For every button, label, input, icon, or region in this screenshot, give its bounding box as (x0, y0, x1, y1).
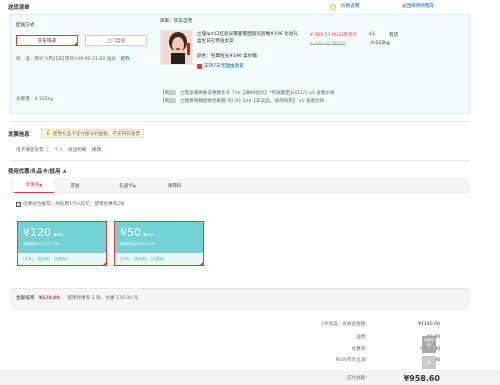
feedback-button[interactable]: 我要反馈 (422, 336, 436, 353)
recommend-row: ✓ 优惠组合推荐，共抵用170.00元；使用优惠券2张 (16, 201, 125, 207)
summary-row-plus: PLUS专享立减： -¥11.90 (240, 355, 440, 365)
service-row: 支持7天无理由退货 (197, 63, 244, 69)
product-name[interactable]: 兰蔻Ipm口红唇光雾面雾面哑光唇釉#196 化妆礼盒生日礼物送女友 (197, 31, 300, 45)
selected-corner-icon (73, 41, 78, 46)
tab-jingdou-label: 京豆 (70, 183, 80, 189)
gift-item-1: 【赠品】 兰蔻净澈焕肤双重精华水 7ml【满99加价】*有效期至20/11/1 … (160, 91, 335, 96)
service-text[interactable]: 支持7天无理由退货 (204, 63, 244, 69)
service-icon (197, 63, 202, 69)
product-stock: 有货 (389, 33, 399, 38)
payable-value: ¥958.60 (403, 373, 440, 383)
coupon-total-value: ¥170.00 (38, 296, 60, 301)
jd-express-label: 京东快递 (37, 38, 57, 44)
tab-coupons-label: 优惠券 (25, 183, 40, 188)
tab-coupon-code-label: 领券码 (167, 183, 182, 189)
gift-item-2: 【赠品】 兰蔻菁纯臻颜焕亮眼霜 PO-01 5ml【非卖品，请勿购买】 x1 查… (160, 99, 325, 104)
svg-text:!: ! (332, 4, 334, 9)
delivery-time-text: 标 准：预计 3月25日[周日] 09:00-21:00 送达 修改 (16, 56, 130, 62)
invoice-edit-link[interactable]: 修改 (92, 148, 101, 153)
summary-label: PLUS专享立减： (335, 358, 370, 363)
recommend-text: 优惠组合推荐，共抵用170.00元；使用优惠券2张 (23, 202, 125, 207)
invoice-title: 发票信息 (8, 132, 30, 138)
summary-label: 1件商品，总商品金额： (321, 322, 370, 327)
coupon-amount-value: ¥50 (120, 226, 141, 239)
summary-row-coupon: 优惠券： -¥170.00 (240, 344, 440, 354)
product-image[interactable] (160, 30, 193, 65)
recommend-checkbox[interactable]: ✓ (16, 201, 21, 207)
summary-label: 运费： (356, 335, 370, 340)
delivery-time-value: 标 准：预计 3月25日[周日] 09:00-21:00 送达 (16, 57, 116, 62)
invoice-value-text: 电子增值发票 ⓘ 个人 商品明细 (16, 148, 87, 153)
back-to-cart-link[interactable]: 返回修改购物车 (402, 3, 434, 9)
summary-row-shipping: 运费： ¥0.00 (240, 332, 440, 342)
selected-corner-icon (199, 261, 203, 265)
invoice-value: 电子增值发票 ⓘ 个人 商品明细 修改 (16, 147, 101, 153)
product-price: ¥ 319.53 PLUS专享价 (310, 33, 358, 38)
jd-express-button[interactable]: 京东快递 (16, 35, 78, 46)
section-title-delivery: 送货清单 (8, 5, 30, 11)
coupon-condition: 满499 (143, 233, 154, 237)
coupon-total: 金额抵用 ¥170.00 使用优惠券 2 张，优惠 170.00 元 (16, 295, 138, 301)
divider (10, 160, 470, 161)
coupon-amount: ¥50 满499 (120, 226, 153, 239)
shipping-method-label: 配送方式 (16, 23, 35, 28)
info-icon: ! (330, 3, 341, 10)
product-original-price: ¥ 380.00 原价价 (310, 42, 346, 47)
coupon-amount-value: ¥120 (23, 226, 51, 239)
coupon-condition: 满899 (53, 233, 64, 237)
product-weight: 0.025kg (371, 41, 390, 46)
selected-corner-icon (102, 261, 106, 265)
coupon-total-note: 使用优惠券 2 张，优惠 170.00 元 (67, 296, 139, 301)
lightbulb-icon: 💡 (45, 131, 51, 136)
coupon-tags: [东券] [限品类] [可叠加] (115, 253, 203, 265)
coupon-section-title[interactable]: 使用优惠/礼品卡/抵用 ∧ (8, 167, 67, 175)
tab-giftcard[interactable]: 礼品卡 ● (105, 178, 150, 193)
coupon-card[interactable]: ¥50 满499 有效期至2023-05-26 [东券] [限品类] [可叠加] (114, 221, 204, 266)
tab-coupons[interactable]: 优惠券 ● (14, 178, 54, 193)
payable-label: 应付总额： (347, 376, 370, 381)
coupon-date: 有效期至2023-05-26 (23, 242, 59, 246)
self-pickup-label: 上门自提 (106, 38, 126, 44)
self-pickup-button[interactable]: 上门自提 (85, 35, 147, 46)
price-info-link[interactable]: 价格说明 (341, 3, 359, 9)
tab-giftcard-label: 礼品卡 (119, 183, 134, 189)
divider (10, 121, 470, 122)
product-qty: x1 (369, 32, 375, 37)
summary-row-goods: 1件商品，总商品金额： ¥1140.00 (240, 319, 440, 329)
back-to-top-button[interactable]: ∧ (422, 356, 436, 369)
invoice-hint-text: 使用礼品卡支付部分的金额，不支持开发票 (52, 131, 141, 137)
coupon-card[interactable]: ¥120 满899 有效期至2023-05-26 [东券] [限品类] [可叠加] (17, 221, 107, 266)
payable-row: 应付总额： ¥958.60 (240, 373, 440, 383)
product-color: 颜色：经典哑光#196 柔砂橘 (197, 54, 258, 59)
coupon-total-label: 金额抵用 (16, 296, 35, 301)
tab-giftcard-marker: ● (133, 183, 136, 188)
seller-label: 商家：京东自营 (160, 19, 193, 24)
coupon-tags: [东券] [限品类] [可叠加] (18, 253, 106, 265)
coupon-amount: ¥120 满899 (23, 226, 63, 239)
delivery-edit-link[interactable]: 修改 (120, 57, 129, 62)
coupon-date: 有效期至2023-05-26 (120, 242, 156, 246)
tab-coupon-code[interactable]: 领券码 (152, 178, 197, 193)
tab-coupons-marker: ● (39, 183, 43, 187)
total-weight: 总重量：0.105kg (16, 97, 54, 102)
summary-value: ¥1140.00 (418, 321, 440, 327)
summary-label: 优惠券： (351, 347, 370, 352)
invoice-hint: 💡 使用礼品卡支付部分的金额，不支持开发票 (41, 129, 145, 138)
tab-jingdou[interactable]: 京豆 (60, 178, 90, 193)
